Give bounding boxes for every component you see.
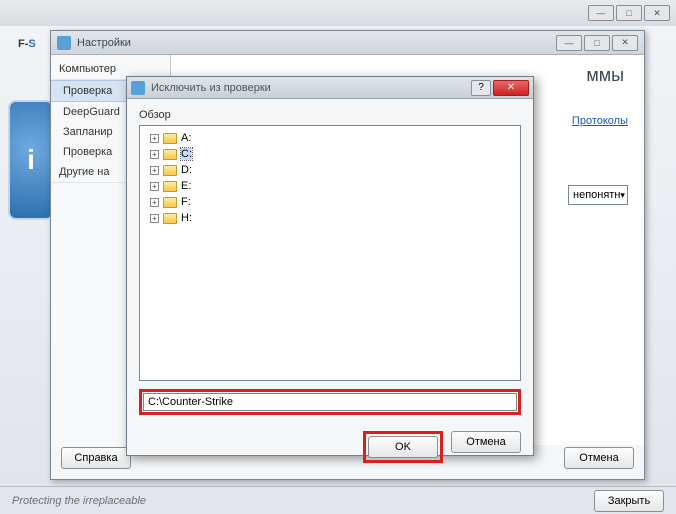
folder-icon [163, 213, 177, 224]
tree-item-drive-a[interactable]: + A: [144, 130, 516, 146]
expand-icon[interactable]: + [150, 166, 159, 175]
exclude-titlebar[interactable]: Исключить из проверки ? ✕ [127, 77, 533, 99]
tree-item-drive-f[interactable]: + F: [144, 194, 516, 210]
folder-icon [163, 165, 177, 176]
exclude-close-button[interactable]: ✕ [493, 80, 529, 96]
shield-icon [131, 81, 145, 95]
help-button[interactable]: Справка [61, 447, 131, 469]
settings-minimize-button[interactable]: — [556, 35, 582, 51]
settings-close-button[interactable]: ✕ [612, 35, 638, 51]
settings-cancel-button[interactable]: Отмена [564, 447, 634, 469]
ok-button-highlight: OK [363, 431, 443, 463]
ok-button[interactable]: OK [368, 436, 438, 458]
exclude-dialog: Исключить из проверки ? ✕ Обзор + A: + C… [126, 76, 534, 456]
folder-icon [163, 133, 177, 144]
tree-item-drive-c[interactable]: + C: [144, 146, 516, 162]
exclude-title: Исключить из проверки [151, 82, 471, 94]
action-dropdown[interactable]: непонятн [568, 185, 628, 205]
page-title-fragment: ммы [586, 65, 624, 86]
status-bar: Protecting the irreplaceable Закрыть [0, 486, 676, 514]
app-logo: F-S [18, 30, 36, 53]
tree-item-drive-d[interactable]: + D: [144, 162, 516, 178]
app-close-button[interactable]: ✕ [644, 5, 670, 21]
folder-icon [163, 181, 177, 192]
app-titlebar: — □ ✕ [0, 0, 676, 26]
shield-icon [57, 36, 71, 50]
path-input-highlight [139, 389, 521, 415]
app-minimize-button[interactable]: — [588, 5, 614, 21]
exclude-cancel-button[interactable]: Отмена [451, 431, 521, 453]
expand-icon[interactable]: + [150, 150, 159, 159]
expand-icon[interactable]: + [150, 182, 159, 191]
protocols-link[interactable]: Протоколы [572, 115, 628, 127]
exclude-help-button[interactable]: ? [471, 80, 491, 96]
drive-tree[interactable]: + A: + C: + D: + E: + F: [139, 125, 521, 381]
settings-title: Настройки [77, 37, 556, 49]
expand-icon[interactable]: + [150, 198, 159, 207]
tree-item-drive-h[interactable]: + H: [144, 210, 516, 226]
expand-icon[interactable]: + [150, 134, 159, 143]
settings-maximize-button[interactable]: □ [584, 35, 610, 51]
folder-icon [163, 149, 177, 160]
status-text: Protecting the irreplaceable [12, 495, 146, 507]
tree-item-drive-e[interactable]: + E: [144, 178, 516, 194]
folder-icon [163, 197, 177, 208]
settings-titlebar[interactable]: Настройки — □ ✕ [51, 31, 644, 55]
footer-close-button[interactable]: Закрыть [594, 490, 664, 512]
app-maximize-button[interactable]: □ [616, 5, 642, 21]
browse-label: Обзор [139, 109, 521, 121]
info-icon: i [8, 100, 54, 220]
expand-icon[interactable]: + [150, 214, 159, 223]
path-input[interactable] [143, 393, 517, 411]
